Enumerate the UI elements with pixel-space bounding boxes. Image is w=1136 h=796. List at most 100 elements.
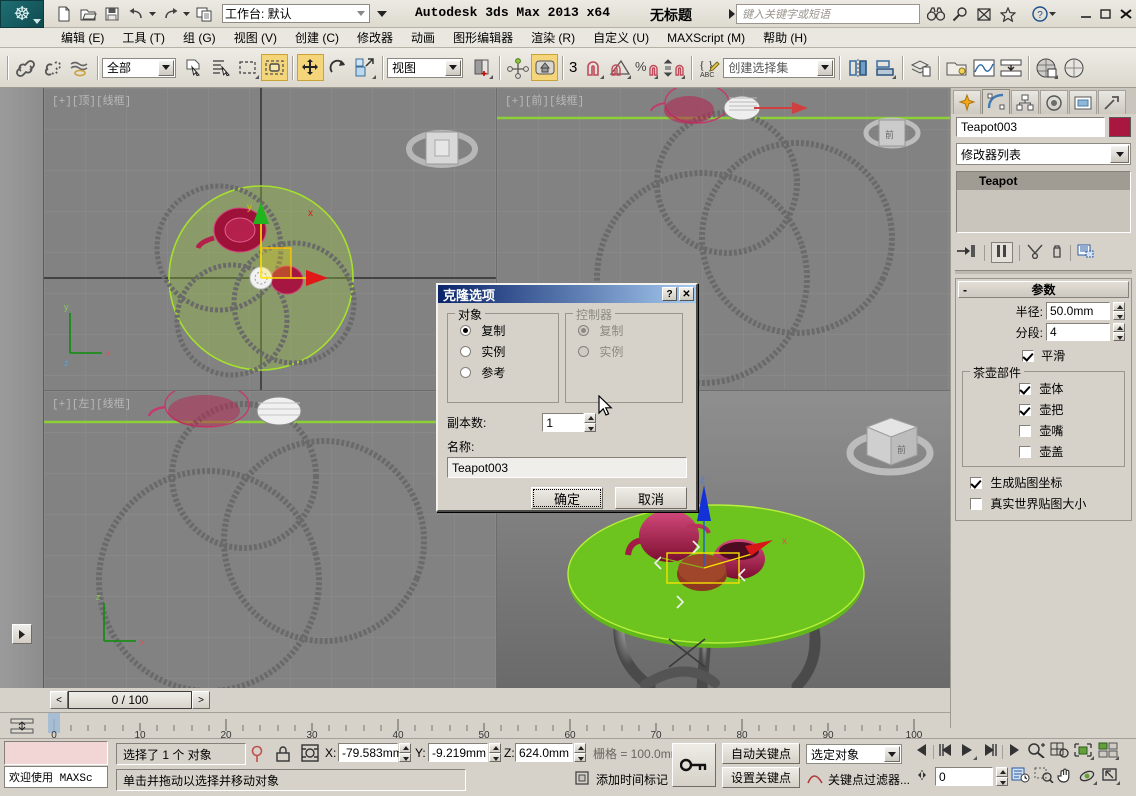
menu-item-modifiers[interactable]: 修改器 bbox=[348, 29, 402, 47]
percent-snap-toggle-icon[interactable]: % bbox=[633, 54, 660, 81]
tab-hierarchy[interactable] bbox=[1011, 90, 1039, 114]
segments-input[interactable]: 4 bbox=[1046, 323, 1110, 341]
maximize-button[interactable] bbox=[1096, 5, 1116, 23]
add-time-tag-label[interactable]: 添加时间标记 bbox=[596, 771, 668, 788]
part-body-checkbox[interactable] bbox=[1019, 383, 1031, 395]
modifier-stack[interactable]: Teapot bbox=[956, 171, 1131, 233]
open-mini-curve-editor-icon[interactable] bbox=[4, 714, 40, 738]
menu-item-rendering[interactable]: 渲染 (R) bbox=[522, 29, 584, 47]
y-coordinate-input[interactable]: -9.219mm bbox=[428, 743, 488, 762]
zoom-extents-all-selected-icon[interactable] bbox=[1098, 742, 1120, 761]
selection-lock-icon[interactable] bbox=[274, 745, 292, 766]
smooth-checkbox[interactable] bbox=[1021, 350, 1034, 362]
reference-coordinate-combo[interactable]: 视图 bbox=[387, 57, 463, 78]
clone-options-dialog[interactable]: 克隆选项 ? ✕ 对象 复制 实例 参考 控制器 复制 实例 副本数: 1 名称… bbox=[436, 283, 698, 512]
undo-icon[interactable] bbox=[124, 2, 148, 26]
modifier-list-combo[interactable]: 修改器列表 bbox=[956, 143, 1131, 165]
object-reference-radio[interactable] bbox=[460, 367, 471, 378]
clone-name-input[interactable]: Teapot003 bbox=[447, 457, 687, 478]
key-filters-icon[interactable] bbox=[806, 769, 824, 787]
open-file-icon[interactable] bbox=[76, 2, 100, 26]
maxscript-mini-listener[interactable] bbox=[4, 741, 108, 765]
add-time-tag-icon[interactable] bbox=[573, 769, 591, 787]
maximize-viewport-toggle-icon[interactable] bbox=[1101, 767, 1121, 786]
tab-modify[interactable] bbox=[982, 89, 1010, 114]
angle-snap-toggle-icon[interactable] bbox=[606, 54, 633, 81]
key-mode-toggle-button[interactable] bbox=[672, 743, 716, 787]
material-editor-icon[interactable] bbox=[1033, 54, 1060, 81]
generate-mapping-row[interactable]: 生成贴图坐标 bbox=[958, 472, 1129, 493]
copies-input[interactable]: 1 bbox=[542, 413, 585, 432]
zoom-extents-selected-icon[interactable] bbox=[1073, 742, 1095, 761]
favorites-star-icon[interactable] bbox=[998, 5, 1018, 23]
current-frame-display[interactable]: 0 / 100 bbox=[68, 691, 192, 709]
key-mode-navigate-icon[interactable] bbox=[912, 767, 932, 786]
part-handle-checkbox[interactable] bbox=[1019, 404, 1031, 416]
menu-item-edit[interactable]: 编辑 (E) bbox=[52, 29, 113, 47]
viewport-top[interactable]: x y y z x [+][顶][线框] bbox=[44, 88, 496, 390]
select-and-link-icon[interactable] bbox=[12, 54, 39, 81]
logo-dropdown-arrow[interactable] bbox=[33, 18, 41, 24]
part-body-row[interactable]: 壶体 bbox=[967, 378, 1120, 399]
schematic-view-icon[interactable] bbox=[997, 54, 1024, 81]
segments-spinner[interactable] bbox=[1113, 323, 1125, 341]
edit-named-selection-sets-icon[interactable]: { } ABC bbox=[696, 54, 723, 81]
time-configuration-icon[interactable] bbox=[1011, 767, 1031, 786]
go-to-start-icon[interactable] bbox=[912, 742, 930, 761]
stack-item-teapot[interactable]: Teapot bbox=[957, 172, 1130, 190]
chevron-down-icon[interactable] bbox=[357, 11, 365, 16]
redo-icon[interactable] bbox=[158, 2, 182, 26]
select-by-name-icon[interactable] bbox=[207, 54, 234, 81]
orbit-icon[interactable] bbox=[1078, 767, 1098, 786]
snaps-toggle-icon[interactable] bbox=[579, 54, 606, 81]
part-handle-row[interactable]: 壶把 bbox=[967, 399, 1120, 420]
named-selection-sets-combo[interactable]: 创建选择集 bbox=[723, 57, 836, 78]
isolate-selection-icon[interactable] bbox=[248, 745, 266, 766]
redo-dropdown-arrow[interactable] bbox=[182, 2, 192, 26]
part-lid-row[interactable]: 壶盖 bbox=[967, 441, 1120, 462]
smooth-row[interactable]: 平滑 bbox=[958, 341, 1129, 366]
menu-item-customize[interactable]: 自定义 (U) bbox=[584, 29, 658, 47]
select-object-icon[interactable] bbox=[180, 54, 207, 81]
zoom-time-icon[interactable] bbox=[1027, 742, 1047, 761]
close-button[interactable] bbox=[1116, 5, 1136, 23]
save-file-icon[interactable] bbox=[100, 2, 124, 26]
search-input[interactable]: 键入关键字或短语 bbox=[736, 4, 920, 24]
select-and-manipulate-icon[interactable] bbox=[531, 54, 558, 81]
menu-item-tools[interactable]: 工具 (T) bbox=[113, 29, 174, 47]
render-setup-icon[interactable] bbox=[1060, 54, 1087, 81]
use-pivot-point-center-icon[interactable] bbox=[468, 54, 495, 81]
curve-editor-icon[interactable] bbox=[970, 54, 997, 81]
real-world-size-row[interactable]: 真实世界贴图大小 bbox=[958, 493, 1129, 518]
menu-item-help[interactable]: 帮助 (H) bbox=[754, 29, 816, 47]
show-end-result-icon[interactable] bbox=[991, 242, 1013, 263]
key-mode-combo[interactable]: 选定对象 bbox=[806, 744, 902, 764]
time-slider[interactable]: < 0 / 100 > bbox=[50, 691, 210, 709]
align-icon[interactable] bbox=[871, 54, 898, 81]
mirror-icon[interactable] bbox=[844, 54, 871, 81]
menu-item-views[interactable]: 视图 (V) bbox=[225, 29, 286, 47]
object-reference-radio-row[interactable]: 参考 bbox=[452, 362, 554, 383]
configure-modifier-sets-icon[interactable] bbox=[1077, 243, 1095, 262]
window-crossing-toggle-icon[interactable] bbox=[261, 54, 288, 81]
dialog-help-button[interactable]: ? bbox=[662, 287, 677, 301]
bind-to-space-warp-icon[interactable] bbox=[66, 54, 93, 81]
remove-modifier-icon[interactable] bbox=[1050, 243, 1064, 262]
use-selection-center-icon[interactable] bbox=[504, 54, 531, 81]
tab-motion[interactable] bbox=[1040, 90, 1068, 114]
rollout-collapse-marker[interactable]: - bbox=[963, 283, 967, 297]
viewcube-top[interactable] bbox=[402, 104, 482, 184]
zoom-extents-all-icon[interactable] bbox=[1050, 742, 1070, 761]
workspace-menu-arrow[interactable] bbox=[370, 2, 394, 26]
object-instance-radio-row[interactable]: 实例 bbox=[452, 341, 554, 362]
expand-rail-button[interactable] bbox=[12, 624, 32, 644]
object-color-swatch[interactable] bbox=[1109, 117, 1131, 137]
menu-item-maxscript[interactable]: MAXScript (M) bbox=[658, 29, 754, 47]
z-coordinate-input[interactable]: 624.0mm bbox=[515, 743, 573, 762]
generate-mapping-checkbox[interactable] bbox=[970, 477, 982, 489]
spinner-snap-toggle-icon[interactable] bbox=[660, 54, 687, 81]
select-and-rotate-icon[interactable] bbox=[324, 54, 351, 81]
zoom-region-icon[interactable] bbox=[1034, 767, 1054, 786]
x-spinner[interactable] bbox=[399, 743, 411, 762]
object-copy-radio[interactable] bbox=[460, 325, 471, 336]
